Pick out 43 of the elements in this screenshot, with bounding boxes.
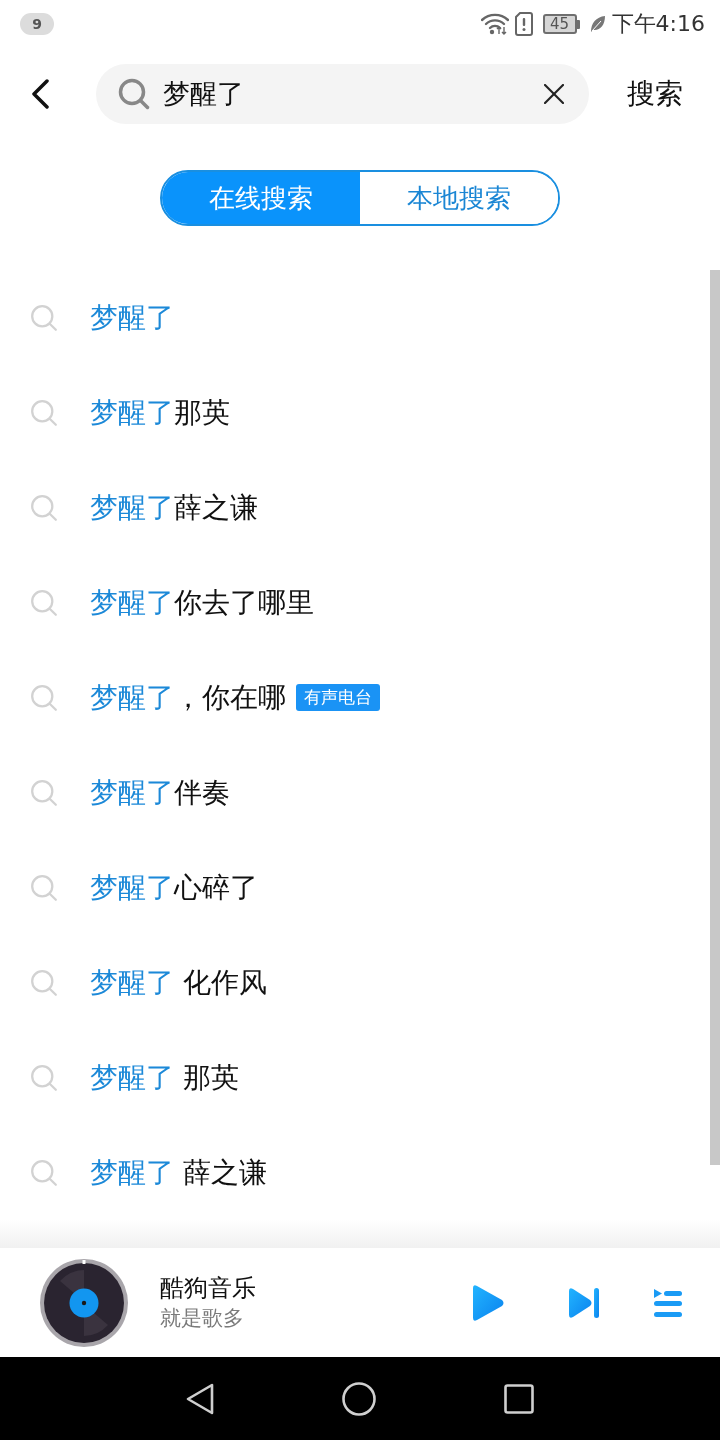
search-button[interactable]: 搜索 bbox=[627, 77, 683, 111]
close-icon[interactable] bbox=[544, 84, 564, 104]
suggestion-text[interactable]: 梦醒了，你在哪 bbox=[90, 680, 286, 715]
suggestion-text[interactable]: 梦醒了 那英 bbox=[90, 1060, 239, 1095]
vinyl-disc-icon[interactable] bbox=[40, 1258, 128, 1347]
search-icon bbox=[30, 968, 58, 997]
leaf-icon bbox=[589, 15, 606, 33]
search-icon bbox=[30, 778, 58, 807]
player-title: 酷狗音乐 bbox=[160, 1273, 257, 1303]
search-icon bbox=[30, 398, 58, 427]
back-icon[interactable] bbox=[186, 1382, 214, 1415]
scrollbar[interactable] bbox=[710, 270, 720, 1165]
square-icon[interactable] bbox=[504, 1383, 534, 1414]
wifi-icon bbox=[480, 13, 509, 35]
suggestion-text[interactable]: 梦醒了 bbox=[90, 300, 174, 335]
search-icon bbox=[30, 683, 58, 712]
suggestion-text[interactable]: 梦醒了薛之谦 bbox=[90, 490, 258, 525]
status-time: 下午4:16 bbox=[611, 13, 705, 35]
search-icon bbox=[30, 873, 58, 902]
search-bar[interactable]: 梦醒了 bbox=[96, 64, 589, 124]
search-icon bbox=[30, 493, 58, 522]
play-icon[interactable] bbox=[471, 1283, 505, 1322]
suggestion-text[interactable]: 梦醒了 薛之谦 bbox=[90, 1155, 267, 1190]
category-tag: 有声电台 bbox=[296, 684, 380, 711]
suggestion-text[interactable]: 梦醒了心碎了 bbox=[90, 870, 258, 905]
search-icon bbox=[118, 78, 150, 110]
suggestion-text[interactable]: 梦醒了 化作风 bbox=[90, 965, 267, 1000]
sim-alert-icon bbox=[514, 12, 533, 36]
suggestion-text[interactable]: 梦醒了你去了哪里 bbox=[90, 585, 314, 620]
search-icon bbox=[30, 1063, 58, 1092]
suggestion-text[interactable]: 梦醒了伴奏 bbox=[90, 775, 230, 810]
notification-badge: 9 bbox=[20, 13, 54, 35]
suggestion-text[interactable]: 梦醒了那英 bbox=[90, 395, 230, 430]
player-subtitle: 就是歌多 bbox=[160, 1306, 245, 1332]
playlist-icon[interactable] bbox=[653, 1287, 682, 1318]
search-icon bbox=[30, 303, 58, 332]
skip-next-icon[interactable] bbox=[568, 1286, 600, 1319]
search-icon bbox=[30, 588, 58, 617]
chevron-left-icon[interactable] bbox=[30, 79, 50, 109]
battery-indicator: 45 bbox=[542, 14, 580, 34]
search-input[interactable]: 梦醒了 bbox=[163, 74, 531, 114]
circle-icon[interactable] bbox=[342, 1381, 376, 1416]
search-icon bbox=[30, 1158, 58, 1187]
